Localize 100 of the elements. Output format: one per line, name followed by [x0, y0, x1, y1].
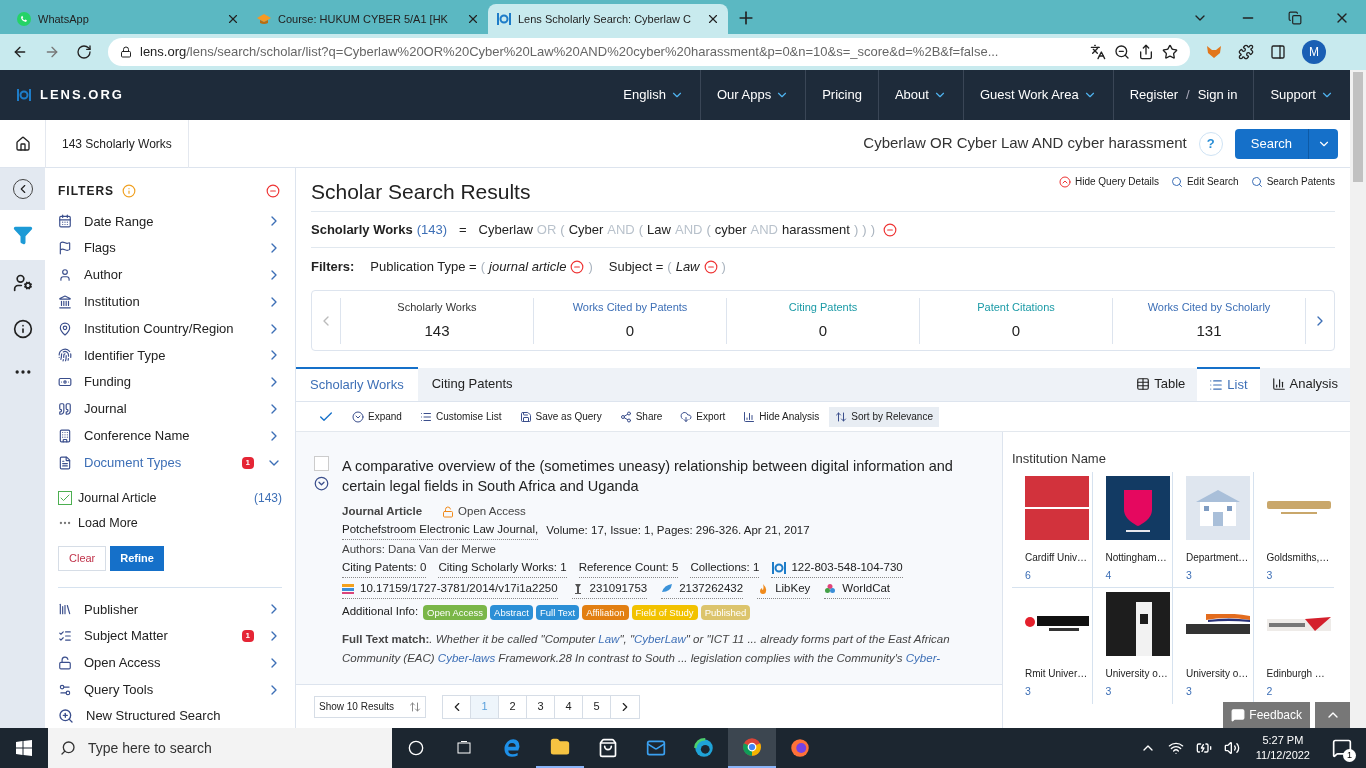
view-tab[interactable]: List	[1197, 367, 1260, 401]
nav-menu[interactable]: English	[607, 70, 700, 120]
results-per-page-select[interactable]: Show 10 Results	[314, 695, 426, 718]
filter-item[interactable]: Date Range	[58, 208, 282, 235]
profile-avatar[interactable]: M	[1302, 40, 1326, 64]
home-icon[interactable]	[14, 135, 31, 152]
institution-name[interactable]: University o…	[1186, 666, 1249, 681]
query-link[interactable]: Hide Query Details	[1059, 174, 1159, 189]
toolbar-button[interactable]: Share	[619, 406, 663, 427]
checkbox[interactable]	[314, 456, 329, 471]
identifier-link[interactable]: 10.17159/1727-3781/2014/v17i1a2250	[342, 580, 558, 599]
browser-e-icon[interactable]	[502, 738, 522, 758]
stat-label[interactable]: Patent Citations	[977, 299, 1055, 316]
query-link[interactable]: Search Patents	[1250, 174, 1335, 189]
expand-icon[interactable]	[314, 476, 329, 491]
filter-item[interactable]: Funding	[58, 368, 282, 396]
mail-icon[interactable]	[646, 738, 666, 758]
user-settings-icon[interactable]	[12, 273, 33, 293]
shopping-bag-icon[interactable]	[598, 738, 618, 758]
metric-link[interactable]: Citing Patents: 0	[342, 559, 427, 578]
identifier-link[interactable]: LibKey	[757, 580, 811, 599]
filter-item[interactable]: Institution Country/Region	[58, 315, 282, 342]
wifi-icon[interactable]	[1167, 740, 1184, 756]
stat-label[interactable]: Citing Patents	[788, 299, 858, 316]
query-link[interactable]: Edit Search	[1170, 174, 1239, 189]
filter-item[interactable]: Publisher	[58, 595, 282, 623]
identifier-link[interactable]: 2137262432	[661, 580, 744, 599]
address-field[interactable]: lens.org/lens/search/scholar/list?q=Cyberlaw%20OR%20Cyber%20Law%20AND%20cyber%20harassment&p=0&n=10&s=_score&d=%2B&f=false...	[108, 38, 1190, 66]
institution-name[interactable]: Nottingham…	[1105, 550, 1167, 565]
institution-name[interactable]: University o…	[1105, 666, 1168, 681]
restore-icon[interactable]	[1288, 11, 1302, 25]
page-button[interactable]: 5	[583, 695, 611, 718]
filter-item[interactable]: Journal	[58, 395, 282, 423]
institution-name[interactable]: Edinburgh …	[1266, 666, 1325, 681]
filter-item[interactable]: Identifier Type	[58, 342, 282, 369]
extensions-icon[interactable]	[1238, 44, 1254, 60]
side-panel-icon[interactable]	[1270, 44, 1286, 60]
remove-icon[interactable]	[570, 260, 585, 274]
stat-label[interactable]: Works Cited by Patents	[572, 299, 688, 316]
battery-icon[interactable]	[1195, 740, 1212, 756]
result-title[interactable]: A comparative overview of the (sometimes uneasy) relationship between digital information and certain legal fields in South Africa and Uganda	[342, 456, 984, 496]
metric-link[interactable]: Citing Scholarly Works: 1	[438, 559, 567, 578]
browser-fox-icon[interactable]	[790, 738, 810, 758]
search-query[interactable]: Cyberlaw OR Cyber Law AND cyber harassment	[863, 132, 1187, 155]
page-button[interactable]: 4	[555, 695, 583, 718]
stat-label[interactable]: Scholarly Works	[397, 299, 477, 316]
filter-item[interactable]: Conference Name	[58, 422, 282, 450]
view-tab[interactable]: Analysis	[1259, 367, 1350, 401]
close-icon[interactable]	[706, 12, 720, 26]
load-more-link[interactable]: Load More	[78, 513, 138, 533]
forward-icon[interactable]	[44, 44, 60, 60]
result-tab[interactable]: Citing Patents	[417, 367, 527, 401]
bookmark-star-icon[interactable]	[1162, 44, 1178, 60]
nav-menu[interactable]: Guest Work Area	[962, 70, 1113, 120]
clock[interactable]: 5:27 PM 11/12/2022	[1251, 733, 1314, 763]
browser-tab[interactable]: Lens Scholarly Search: Cyberlaw C	[488, 4, 728, 34]
nav-menu[interactable]: Our Apps	[699, 70, 806, 120]
browser-tab[interactable]: WhatsApp	[8, 4, 248, 34]
back-icon[interactable]	[12, 44, 28, 60]
institution-name[interactable]: Goldsmiths,…	[1266, 550, 1330, 565]
filter-icon[interactable]	[12, 225, 33, 245]
search-options-button[interactable]	[1308, 128, 1338, 159]
institution-name[interactable]: Rmit Univer…	[1025, 666, 1088, 681]
structured-search-link[interactable]: New Structured Search	[86, 706, 221, 726]
toolbar-button[interactable]: Sort by Relevance	[829, 406, 939, 427]
stat-label[interactable]: Works Cited by Scholarly	[1147, 299, 1271, 316]
metric-link[interactable]: Collections: 1	[690, 559, 760, 578]
identifier-link[interactable]: WorldCat	[824, 580, 891, 599]
page-button[interactable]: 3	[527, 695, 555, 718]
institution-name[interactable]: Cardiff Univ…	[1025, 550, 1088, 565]
feedback-button[interactable]: Feedback	[1223, 702, 1310, 728]
nav-menu[interactable]: Pricing	[805, 70, 878, 120]
folder-icon[interactable]	[550, 737, 570, 757]
browser-ring-icon[interactable]	[742, 737, 762, 757]
filter-item[interactable]: Flags	[58, 234, 282, 262]
journal-link[interactable]: Potchefstroom Electronic Law Journal,	[342, 521, 539, 540]
filter-item[interactable]: Subject Matter 1	[58, 622, 282, 650]
toolbar-button[interactable]: Export	[680, 406, 726, 427]
search-button[interactable]: Search	[1234, 128, 1308, 159]
identifier-link[interactable]: 231091753	[571, 580, 648, 599]
filter-item[interactable]: Author	[58, 261, 282, 289]
breadcrumb-item[interactable]: 143 Scholarly Works	[45, 120, 189, 168]
task-view-icon[interactable]	[456, 740, 472, 756]
filter-item[interactable]: Institution	[58, 288, 282, 316]
browser-tab[interactable]: Course: HUKUM CYBER 5/A1 [HK	[248, 4, 488, 34]
institution-name[interactable]: Department…	[1186, 550, 1249, 565]
info-icon[interactable]	[12, 319, 33, 339]
nav-menu[interactable]: About	[877, 70, 963, 120]
close-icon[interactable]	[466, 12, 480, 26]
scrollbar[interactable]	[1350, 70, 1366, 728]
remove-icon[interactable]	[266, 184, 280, 198]
toolbar-button[interactable]: Expand	[352, 406, 402, 427]
translate-icon[interactable]	[1090, 44, 1106, 60]
toolbar-button[interactable]: Hide Analysis	[743, 406, 820, 427]
share-icon[interactable]	[1138, 44, 1154, 60]
remove-icon[interactable]	[882, 222, 897, 237]
reload-icon[interactable]	[76, 44, 92, 60]
browser-swirl-icon[interactable]	[694, 738, 714, 758]
filter-item[interactable]: Query Tools	[58, 676, 282, 704]
lens-id-link[interactable]: 122-803-548-104-730	[771, 559, 903, 578]
